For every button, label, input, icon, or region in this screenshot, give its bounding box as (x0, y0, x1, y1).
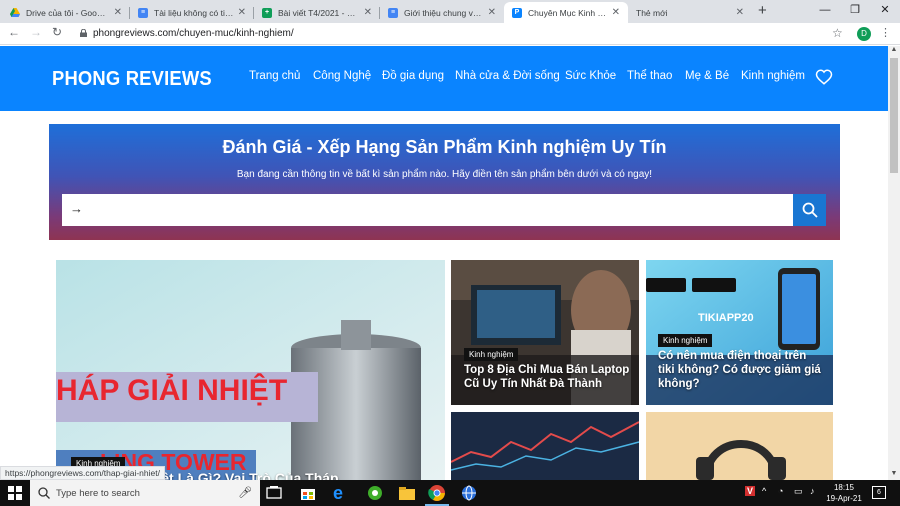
article-card[interactable]: TIKIAPP20 Kinh nghiệm Có nên mua điện th… (646, 260, 833, 405)
image-caption-title: HÁP GIẢI NHIỆT (56, 374, 288, 407)
google-docs-icon: ≡ (138, 7, 148, 18)
close-tab-icon[interactable]: ✕ (736, 7, 744, 18)
scroll-up-icon[interactable]: ▲ (888, 46, 900, 56)
close-tab-icon[interactable]: ✕ (488, 7, 496, 18)
search-button[interactable] (793, 194, 826, 226)
back-arrow-icon[interactable]: ← (8, 25, 20, 39)
app-icon[interactable] (366, 484, 384, 502)
product-search-input[interactable]: → (62, 194, 794, 226)
url-field[interactable]: phongreviews.com/chuyen-muc/kinh-nghiem/ (93, 28, 294, 39)
google-docs-icon: ≡ (388, 7, 398, 18)
browser-menu-icon[interactable]: ⋮ (880, 26, 891, 39)
chevron-up-icon[interactable]: ^ (762, 486, 766, 496)
nav-item-the-thao[interactable]: Thể thao (627, 70, 672, 82)
minimize-button[interactable]: — (810, 0, 840, 23)
status-bar-url: https://phongreviews.com/thap-giai-nhiet… (0, 466, 165, 480)
taskbar-search-input[interactable]: Type here to search 🎤︎ (30, 480, 260, 506)
microphone-icon[interactable]: 🎤︎ (238, 486, 252, 499)
heart-icon[interactable] (815, 68, 833, 86)
article-card[interactable] (451, 412, 639, 480)
article-card[interactable]: Kinh nghiệm Top 8 Địa Chỉ Mua Bán Laptop… (451, 260, 639, 405)
article-title[interactable]: Có nên mua điện thoại trên tiki không? C… (658, 349, 826, 391)
scroll-down-icon[interactable]: ▼ (888, 470, 900, 480)
battery-icon[interactable]: ▭ (794, 486, 803, 497)
task-view-icon[interactable] (265, 484, 283, 502)
forward-arrow-icon[interactable]: → (30, 25, 42, 39)
page-scrollbar[interactable]: ▲ ▼ (888, 46, 900, 480)
arrow-right-icon: → (70, 201, 83, 216)
article-title[interactable]: Top 8 Địa Chỉ Mua Bán Laptop Cũ Uy Tín N… (464, 363, 632, 391)
category-badge[interactable]: Kinh nghiệm (658, 334, 713, 347)
category-badge[interactable]: Kinh nghiệm (464, 348, 519, 361)
search-icon (802, 202, 818, 218)
address-bar-row: ← → ↻ phongreviews.com/chuyen-muc/kinh-n… (0, 23, 900, 45)
close-tab-icon[interactable]: ✕ (612, 7, 620, 18)
windows-taskbar: Type here to search 🎤︎ e V ^ ◔ ▭ ♪ 18:15… (0, 480, 900, 506)
nav-item-me-be[interactable]: Mẹ & Bé (685, 70, 729, 82)
volume-icon[interactable]: ♪ (810, 486, 815, 496)
tab-docs-intro[interactable]: ≡ Giới thiệu chung về website ✕ (380, 2, 504, 23)
new-tab-button[interactable]: + (758, 2, 767, 20)
headphones-image (646, 412, 833, 480)
windows-start-icon[interactable] (8, 486, 22, 500)
tab-new-tab[interactable]: Thẻ mới ✕ (628, 2, 752, 23)
tab-google-drive[interactable]: Drive của tôi - Google Drive ✕ (2, 2, 130, 23)
close-tab-icon[interactable]: ✕ (364, 7, 372, 18)
nav-item-nha-cua-doi-song[interactable]: Nhà cửa & Đời sống (455, 70, 560, 82)
close-window-button[interactable]: ✕ (870, 0, 900, 23)
scrollbar-thumb[interactable] (890, 58, 898, 173)
nav-item-cong-nghe[interactable]: Công Nghệ (313, 70, 371, 82)
system-clock[interactable]: 18:15 19-Apr-21 (826, 482, 862, 504)
lock-icon[interactable] (80, 29, 87, 37)
file-explorer-icon[interactable] (398, 484, 416, 502)
reload-icon[interactable]: ↻ (52, 25, 62, 39)
hero-search-banner: Đánh Giá - Xếp Hạng Sản Phẩm Kinh nghiệm… (49, 124, 840, 240)
close-tab-icon[interactable]: ✕ (114, 7, 122, 18)
notification-center-icon[interactable]: 6 (872, 486, 886, 499)
promo-code-text: TIKIAPP20 (698, 312, 754, 324)
network-globe-icon[interactable] (460, 484, 478, 502)
tab-docs-untitled[interactable]: ≡ Tài liệu không có tiêu đề ✕ (130, 2, 254, 23)
tab-active-kinh-nghiem[interactable]: P Chuyên Mục Kinh nghiệm ✕ (504, 2, 628, 23)
tab-sheets[interactable]: + Bài viết T4/2021 - Google Sheets ✕ (254, 2, 380, 23)
close-tab-icon[interactable]: ✕ (238, 7, 246, 18)
nav-item-kinh-nghiem[interactable]: Kinh nghiệm (741, 70, 805, 82)
vietkey-icon[interactable]: V (745, 486, 756, 496)
browser-tab-strip: Drive của tôi - Google Drive ✕ ≡ Tài liệ… (0, 0, 900, 23)
search-icon (38, 487, 50, 499)
google-drive-icon (10, 7, 20, 18)
stock-chart-image (451, 412, 639, 480)
google-sheets-icon: + (262, 7, 272, 18)
nav-item-trang-chu[interactable]: Trang chủ (249, 70, 300, 82)
nav-item-do-gia-dung[interactable]: Đồ gia dụng (382, 70, 444, 82)
phong-reviews-favicon: P (512, 7, 522, 18)
microsoft-store-icon[interactable] (299, 484, 317, 502)
wifi-icon[interactable]: ◔ (778, 486, 783, 496)
profile-avatar[interactable]: D (857, 27, 871, 41)
article-card-large[interactable]: HÁP GIẢI NHIỆT LING TOWER Kinh nghiệm Th… (56, 260, 445, 480)
nav-item-suc-khoe[interactable]: Sức Khỏe (565, 70, 616, 82)
site-header: PHONG REVIEWS Trang chủ Công Nghệ Đồ gia… (0, 46, 888, 111)
hero-subtitle: Bạn đang cần thông tin về bất kì sản phẩ… (236, 169, 653, 180)
cooling-tower-image (56, 260, 445, 480)
internet-explorer-icon[interactable]: e (333, 484, 351, 502)
restore-button[interactable]: ❐ (840, 0, 870, 23)
bookmark-star-icon[interactable]: ☆ (832, 26, 843, 40)
chrome-icon[interactable] (428, 484, 446, 502)
article-card[interactable] (646, 412, 833, 480)
hero-title: Đánh Giá - Xếp Hạng Sản Phẩm Kinh nghiệm… (222, 137, 667, 157)
site-logo[interactable]: PHONG REVIEWS (52, 68, 212, 91)
